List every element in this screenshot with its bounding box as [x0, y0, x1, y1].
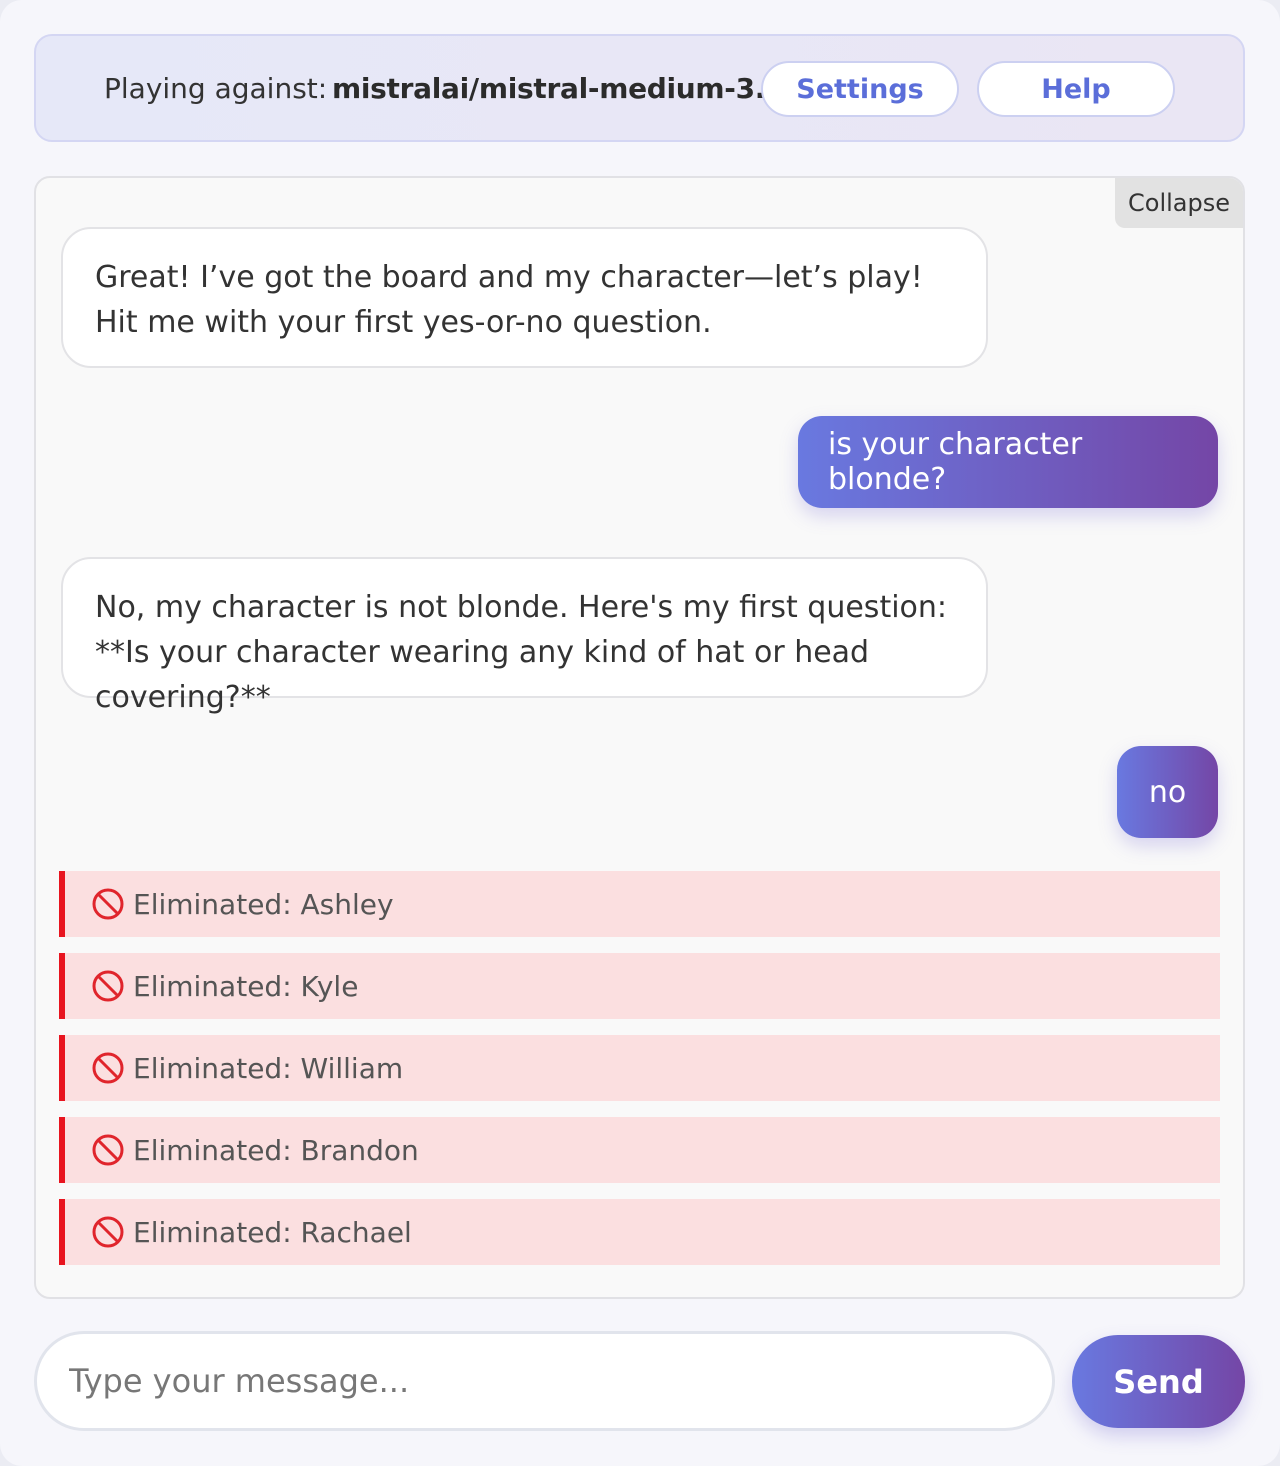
collapse-button[interactable]: Collapse [1115, 178, 1243, 228]
elimination-text: Eliminated: Brandon [133, 1133, 419, 1167]
no-entry-icon [92, 970, 124, 1002]
playing-against-label: Playing against: [104, 72, 328, 105]
elimination-notice: Eliminated: Rachael [59, 1199, 1220, 1265]
user-message: is your character blonde? [798, 416, 1218, 508]
elimination-notice: Eliminated: Ashley [59, 871, 1220, 937]
elimination-text: Eliminated: Rachael [133, 1215, 412, 1249]
no-entry-icon [92, 1216, 124, 1248]
elimination-text: Eliminated: Kyle [133, 969, 359, 1003]
elimination-notice: Eliminated: Brandon [59, 1117, 1220, 1183]
elimination-list: Eliminated: Ashley Eliminated: Kyle Elim… [59, 871, 1220, 1281]
help-button[interactable]: Help [977, 61, 1175, 117]
ai-message: No, my character is not blonde. Here's m… [61, 557, 988, 715]
no-entry-icon [92, 1052, 124, 1084]
app-window: Playing against: mistralai/mistral-mediu… [0, 0, 1280, 1466]
opponent-model-name: mistralai/mistral-medium-3.1 [332, 72, 785, 105]
elimination-text: Eliminated: William [133, 1051, 404, 1085]
user-message: no [1117, 746, 1218, 838]
settings-button[interactable]: Settings [761, 61, 959, 117]
elimination-notice: Eliminated: William [59, 1035, 1220, 1101]
no-entry-icon [92, 1134, 124, 1166]
elimination-text: Eliminated: Ashley [133, 887, 394, 921]
send-button[interactable]: Send [1072, 1335, 1245, 1428]
header-bar: Playing against: mistralai/mistral-mediu… [34, 34, 1245, 142]
ai-message: Great! I’ve got the board and my charact… [61, 227, 988, 368]
no-entry-icon [92, 888, 124, 920]
chat-panel[interactable]: Collapse Great! I’ve got the board and m… [34, 176, 1245, 1299]
elimination-notice: Eliminated: Kyle [59, 953, 1220, 1019]
message-input[interactable] [34, 1331, 1055, 1431]
